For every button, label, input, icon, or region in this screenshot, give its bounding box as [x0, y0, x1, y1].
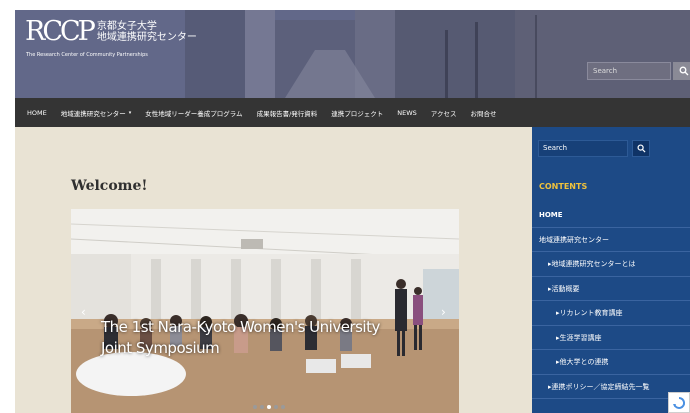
nav-item-label: HOME	[27, 108, 47, 117]
search-icon	[679, 66, 689, 76]
main-nav: HOME 地域連携研究センター ▾ 女性地域リーダー養成プログラム 成果報告書/発行資料…	[15, 98, 690, 127]
sidebar-menu-item[interactable]: ▸地域連携研究センターとは	[532, 252, 690, 277]
nav-item-label: 連携プロジェクト	[331, 109, 384, 118]
nav-item-label: お問合せ	[470, 109, 497, 118]
site-logo[interactable]: RCCP 京都女子大学 地域連携研究センター	[25, 18, 197, 46]
page: RCCP 京都女子大学 地域連携研究センター The Research Cent…	[0, 0, 690, 413]
nav-item[interactable]: 女性地域リーダー養成プログラム	[145, 108, 242, 118]
nav-item[interactable]: お問合せ	[470, 108, 496, 118]
slide-photo	[71, 209, 459, 413]
logo-title-line2: 地域連携研究センター	[96, 32, 197, 43]
nav-item[interactable]: 地域連携研究センター ▾	[61, 108, 132, 118]
sidebar-search-input[interactable]: Search	[538, 140, 628, 157]
header-search-button[interactable]	[673, 62, 690, 80]
sidebar-menu: HOME 地域連携研究センター ▸地域連携研究センターとは ▸活動概要 ▸リカレント教育…	[532, 203, 690, 399]
sidebar-menu-item[interactable]: ▸リカレント教育講座	[532, 301, 690, 326]
slide-caption: The 1st Nara-Kyoto Women's University Jo…	[101, 317, 380, 359]
slider-dots	[253, 405, 288, 409]
nav-item[interactable]: アクセス	[431, 108, 457, 118]
nav-item-label: 成果報告書/発行資料	[256, 109, 318, 118]
welcome-heading: Welcome!	[71, 178, 148, 194]
sidebar-menu-item[interactable]: ▸連携ポリシー／協定締結先一覧	[532, 375, 690, 399]
sidebar-search-button[interactable]	[632, 140, 650, 157]
nav-item[interactable]: HOME	[27, 109, 47, 117]
recaptcha-icon	[673, 396, 686, 409]
logo-title-line1: 京都女子大学	[96, 21, 157, 32]
chevron-down-icon: ▾	[128, 109, 132, 116]
slider-dot[interactable]	[253, 405, 257, 409]
slider-dot[interactable]	[267, 405, 271, 409]
sidebar-search: Search	[538, 140, 652, 157]
slider-dot[interactable]	[260, 405, 264, 409]
slide-caption-line2: Joint Symposium	[101, 339, 220, 357]
logo-mark: RCCP	[25, 16, 96, 47]
header-banner: RCCP 京都女子大学 地域連携研究センター The Research Cent…	[15, 10, 690, 98]
chevron-left-icon[interactable]: ‹	[81, 305, 86, 319]
sidebar-menu-item[interactable]: ▸活動概要	[532, 277, 690, 301]
sidebar-menu-item[interactable]: HOME	[532, 203, 690, 228]
sidebar: Search CONTENTS HOME 地域連携研究センター ▸地域連携研究センタ…	[532, 127, 690, 413]
logo-text: 京都女子大学 地域連携研究センター	[97, 21, 197, 43]
nav-item-label: NEWS	[397, 108, 417, 117]
nav-item[interactable]: 成果報告書/発行資料	[257, 108, 318, 118]
nav-item-label: アクセス	[430, 109, 457, 118]
nav-item-label: 地域連携研究センター	[60, 109, 126, 118]
hero-slider[interactable]: The 1st Nara-Kyoto Women's University Jo…	[71, 209, 459, 413]
sidebar-menu-item[interactable]: ▸生涯学習講座	[532, 326, 690, 350]
sidebar-menu-item[interactable]: ▸他大学との連携	[532, 350, 690, 375]
contents-heading: CONTENTS	[539, 182, 588, 191]
nav-item[interactable]: NEWS	[397, 109, 417, 117]
header-search: Search	[587, 62, 690, 80]
slider-dot[interactable]	[274, 405, 278, 409]
slider-dot[interactable]	[281, 405, 285, 409]
sidebar-menu-item[interactable]: 地域連携研究センター	[532, 228, 690, 252]
chevron-right-icon[interactable]: ›	[441, 305, 446, 319]
search-icon	[636, 144, 646, 153]
nav-item-label: 女性地域リーダー養成プログラム	[145, 109, 243, 118]
feedback-widget[interactable]	[668, 392, 690, 413]
logo-subtitle: The Research Center of Community Partner…	[26, 52, 148, 58]
header-search-input[interactable]: Search	[587, 62, 671, 80]
nav-item[interactable]: 連携プロジェクト	[331, 108, 383, 118]
slide-caption-line1: The 1st Nara-Kyoto Women's University	[101, 318, 380, 336]
main-content: Welcome! The 1st Nara-Kyoto Women's Univ…	[15, 127, 532, 413]
